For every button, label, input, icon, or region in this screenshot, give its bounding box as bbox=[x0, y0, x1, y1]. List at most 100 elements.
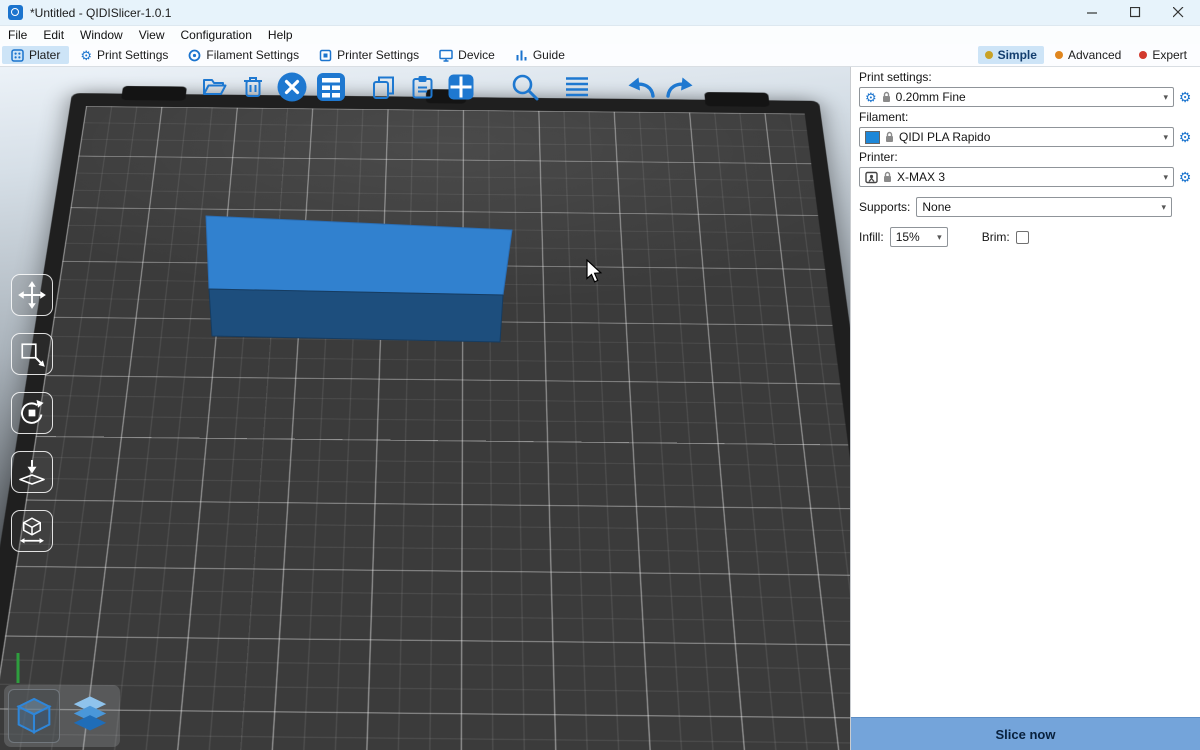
filament-dropdown[interactable]: QIDI PLA Rapido ▾ bbox=[859, 127, 1174, 147]
printer-dropdown[interactable]: X-MAX 3 ▾ bbox=[859, 167, 1174, 187]
delete-all-icon bbox=[276, 71, 308, 103]
filament-color-swatch bbox=[865, 131, 880, 144]
redo-button[interactable] bbox=[662, 69, 698, 105]
printer-label: Printer: bbox=[859, 150, 1200, 164]
model-object[interactable] bbox=[0, 67, 850, 750]
scale-icon bbox=[17, 339, 47, 369]
delete-all-button[interactable] bbox=[274, 69, 310, 105]
tab-bar: Plater ⚙ Print Settings Filament Setting… bbox=[0, 44, 1200, 67]
gear-icon: ⚙ bbox=[865, 91, 877, 104]
mode-label: Advanced bbox=[1068, 48, 1121, 62]
supports-dropdown[interactable]: None ▾ bbox=[916, 197, 1172, 217]
printer-icon bbox=[865, 171, 878, 184]
copy-button[interactable] bbox=[365, 69, 401, 105]
split-objects-icon bbox=[447, 73, 475, 101]
close-button[interactable] bbox=[1157, 0, 1200, 25]
guide-icon bbox=[515, 49, 528, 62]
split-objects-button[interactable] bbox=[443, 69, 479, 105]
model-top-face[interactable] bbox=[206, 216, 512, 295]
minimize-button[interactable] bbox=[1071, 0, 1114, 25]
menu-configuration[interactable]: Configuration bbox=[173, 26, 260, 44]
app-window: *Untitled - QIDISlicer-1.0.1 File Edit W… bbox=[0, 0, 1200, 750]
measure-button[interactable] bbox=[11, 510, 53, 552]
scale-button[interactable] bbox=[11, 333, 53, 375]
search-button[interactable] bbox=[507, 69, 543, 105]
print-settings-dropdown[interactable]: ⚙ 0.20mm Fine ▾ bbox=[859, 87, 1174, 107]
slice-now-button[interactable]: Slice now bbox=[851, 717, 1200, 750]
menu-edit[interactable]: Edit bbox=[35, 26, 72, 44]
model-front-face[interactable] bbox=[209, 289, 503, 342]
rotate-button[interactable] bbox=[11, 392, 53, 434]
menu-file[interactable]: File bbox=[0, 26, 35, 44]
undo-button[interactable] bbox=[623, 69, 659, 105]
mode-advanced[interactable]: Advanced bbox=[1048, 46, 1128, 64]
measure-icon bbox=[17, 516, 47, 546]
preview-button[interactable] bbox=[64, 689, 116, 743]
tab-label: Device bbox=[458, 48, 495, 62]
delete-icon bbox=[240, 74, 266, 100]
print-settings-label: Print settings: bbox=[859, 70, 1200, 84]
chevron-down-icon: ▾ bbox=[1161, 203, 1166, 212]
filament-value: QIDI PLA Rapido bbox=[899, 130, 990, 144]
printer-gear-button[interactable]: ⚙ bbox=[1174, 170, 1196, 184]
place-on-face-icon bbox=[17, 457, 47, 487]
axis-indicator bbox=[12, 651, 24, 685]
chevron-down-icon: ▾ bbox=[1163, 173, 1168, 182]
close-icon bbox=[1173, 7, 1184, 18]
window-title: *Untitled - QIDISlicer-1.0.1 bbox=[30, 6, 171, 20]
viewport-3d[interactable] bbox=[0, 67, 850, 750]
filament-label: Filament: bbox=[859, 110, 1200, 124]
tab-plater[interactable]: Plater bbox=[2, 46, 69, 64]
print-settings-gear-button[interactable]: ⚙ bbox=[1174, 90, 1196, 104]
layers-icon bbox=[67, 693, 113, 739]
move-icon bbox=[17, 280, 47, 310]
move-button[interactable] bbox=[11, 274, 53, 316]
menu-window[interactable]: Window bbox=[72, 26, 131, 44]
mode-expert[interactable]: Expert bbox=[1132, 46, 1194, 64]
infill-dropdown[interactable]: 15% ▾ bbox=[890, 227, 948, 247]
maximize-icon bbox=[1130, 7, 1141, 18]
filament-gear-button[interactable]: ⚙ bbox=[1174, 130, 1196, 144]
tab-label: Printer Settings bbox=[337, 48, 419, 62]
open-file-icon bbox=[201, 74, 228, 101]
chevron-down-icon: ▾ bbox=[1163, 133, 1168, 142]
variable-layer-height-button[interactable] bbox=[559, 69, 595, 105]
arrange-button[interactable] bbox=[313, 69, 349, 105]
arrange-icon bbox=[316, 72, 346, 102]
mode-dot bbox=[985, 51, 993, 59]
tab-label: Print Settings bbox=[97, 48, 168, 62]
tab-label: Plater bbox=[29, 48, 60, 62]
view-toolbar bbox=[4, 685, 120, 747]
mode-dot bbox=[1055, 51, 1063, 59]
tab-device[interactable]: Device bbox=[430, 46, 504, 64]
open-file-button[interactable] bbox=[196, 69, 232, 105]
chevron-down-icon: ▾ bbox=[1163, 93, 1168, 102]
menu-view[interactable]: View bbox=[131, 26, 173, 44]
copy-icon bbox=[370, 74, 397, 101]
supports-label: Supports: bbox=[859, 200, 910, 214]
app-logo-icon bbox=[8, 5, 23, 20]
undo-icon bbox=[625, 74, 657, 100]
paste-button[interactable] bbox=[404, 69, 440, 105]
tab-print-settings[interactable]: ⚙ Print Settings bbox=[71, 46, 177, 64]
plater-icon bbox=[11, 49, 24, 62]
gear-icon: ⚙ bbox=[80, 49, 92, 62]
rotate-icon bbox=[17, 398, 47, 428]
brim-checkbox[interactable] bbox=[1016, 231, 1029, 244]
mouse-cursor bbox=[584, 259, 604, 284]
infill-value: 15% bbox=[896, 230, 920, 244]
tab-guide[interactable]: Guide bbox=[506, 46, 574, 64]
delete-button[interactable] bbox=[235, 69, 271, 105]
search-icon bbox=[510, 72, 540, 102]
lock-icon bbox=[883, 171, 892, 183]
tab-printer-settings[interactable]: Printer Settings bbox=[310, 46, 428, 64]
minimize-icon bbox=[1087, 7, 1098, 18]
mode-simple[interactable]: Simple bbox=[978, 46, 1044, 64]
menu-help[interactable]: Help bbox=[260, 26, 301, 44]
maximize-button[interactable] bbox=[1114, 0, 1157, 25]
tab-label: Guide bbox=[533, 48, 565, 62]
tab-filament-settings[interactable]: Filament Settings bbox=[179, 46, 308, 64]
menu-bar: File Edit Window View Configuration Help bbox=[0, 26, 1200, 44]
3d-editor-view-button[interactable] bbox=[8, 689, 60, 743]
place-on-face-button[interactable] bbox=[11, 451, 53, 493]
